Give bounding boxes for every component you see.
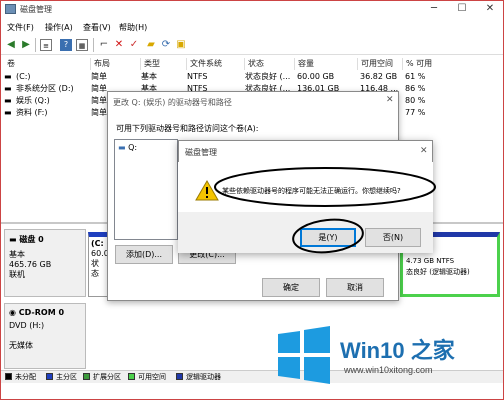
watermark-brand: Win10 之家 — [340, 338, 455, 363]
watermark-url: www.win10xitong.com — [344, 365, 433, 375]
windows-logo-icon — [278, 326, 330, 384]
